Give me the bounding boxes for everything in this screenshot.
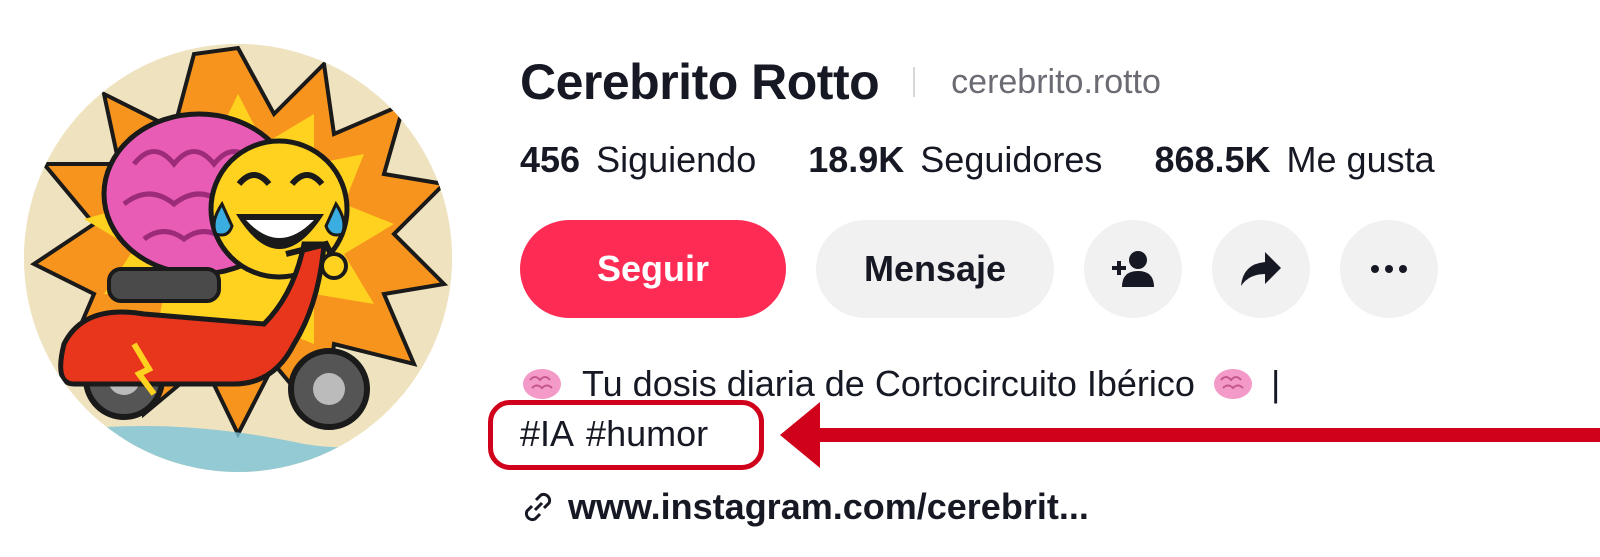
add-friend-button[interactable] bbox=[1084, 220, 1182, 318]
more-button[interactable] bbox=[1340, 220, 1438, 318]
hashtag[interactable]: #IA bbox=[520, 413, 574, 454]
message-button[interactable]: Mensaje bbox=[816, 220, 1054, 318]
follow-button[interactable]: Seguir bbox=[520, 220, 786, 318]
stat-likes: 868.5K Me gusta bbox=[1154, 139, 1434, 181]
stat-value: 18.9K bbox=[808, 139, 905, 180]
profile-header: Cerebrito Rotto cerebrito.rotto bbox=[520, 50, 1161, 114]
stat-followers[interactable]: 18.9K Seguidores bbox=[808, 139, 1102, 181]
profile-actions: Seguir Mensaje bbox=[520, 220, 1438, 318]
hashtags: #IA #humor bbox=[520, 408, 720, 460]
avatar-image bbox=[24, 44, 452, 472]
stat-value: 868.5K bbox=[1154, 139, 1271, 180]
username: cerebrito.rotto bbox=[951, 62, 1161, 101]
more-icon bbox=[1371, 265, 1407, 273]
add-friend-icon bbox=[1112, 251, 1154, 287]
display-name: Cerebrito Rotto bbox=[520, 54, 880, 110]
annotation-arrow-icon bbox=[780, 402, 1600, 468]
brain-emoji-icon bbox=[1213, 369, 1252, 399]
stat-label: Siguiendo bbox=[596, 139, 757, 180]
brain-emoji-icon bbox=[523, 369, 561, 399]
profile-stats: 456 Siguiendo 18.9K Seguidores 868.5K Me… bbox=[520, 136, 1435, 184]
stat-value: 456 bbox=[520, 139, 581, 180]
hashtag[interactable]: #humor bbox=[586, 413, 708, 454]
stat-following[interactable]: 456 Siguiendo bbox=[520, 139, 756, 181]
share-button[interactable] bbox=[1212, 220, 1310, 318]
link-icon bbox=[524, 492, 552, 522]
share-icon bbox=[1241, 252, 1281, 286]
stat-label: Seguidores bbox=[920, 139, 1103, 180]
link-text: www.instagram.com/cerebrit... bbox=[568, 486, 1089, 527]
avatar[interactable] bbox=[24, 44, 452, 472]
profile-link[interactable]: www.instagram.com/cerebrit... bbox=[520, 486, 1089, 528]
stat-label: Me gusta bbox=[1286, 139, 1435, 180]
divider bbox=[913, 67, 916, 97]
